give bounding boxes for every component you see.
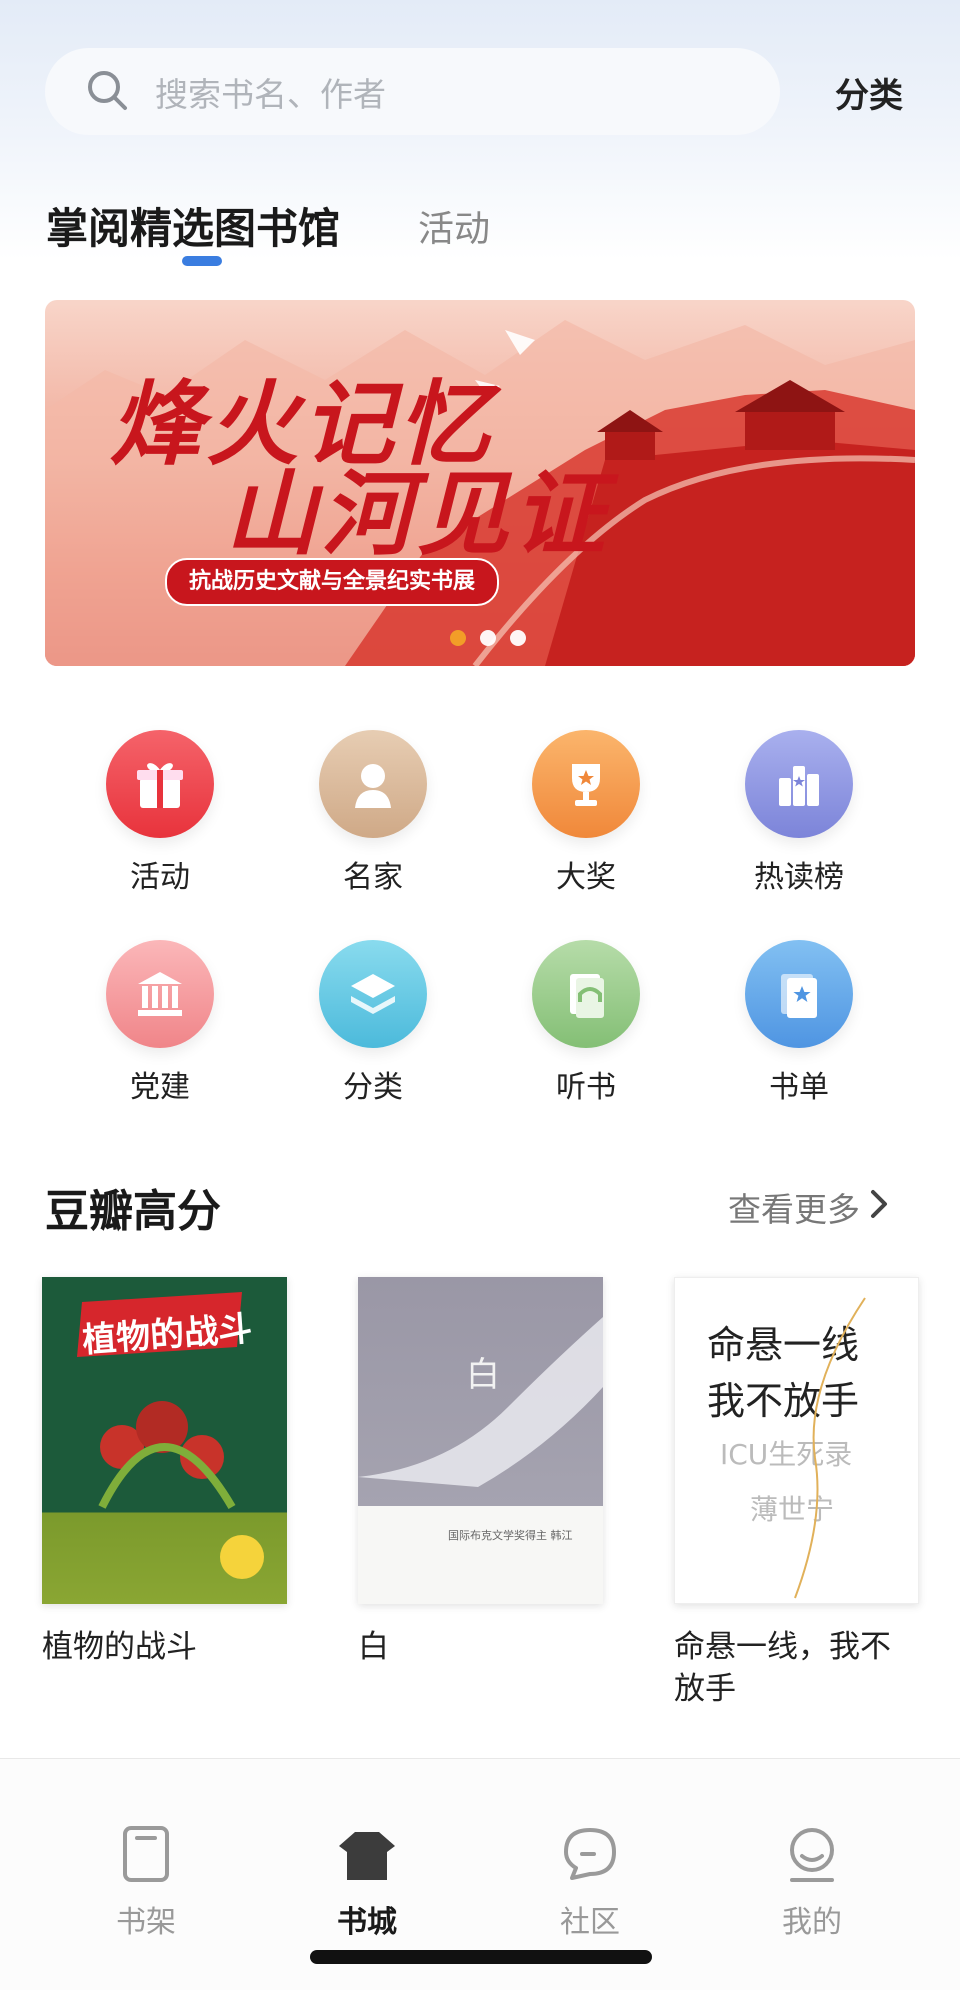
chat-bubble-icon: [520, 1819, 660, 1889]
shortcut-awards[interactable]: 大奖: [486, 730, 686, 896]
headphones-book-icon: [532, 940, 640, 1048]
category-link[interactable]: 分类: [835, 68, 903, 117]
book-card[interactable]: 植物的战斗 植物的战斗: [42, 1277, 287, 1668]
search-input[interactable]: 搜索书名、作者: [45, 48, 780, 135]
banner-title-line2: 山河见证: [225, 460, 610, 568]
search-placeholder: 搜索书名、作者: [155, 74, 386, 114]
shortcut-label: 热读榜: [754, 860, 844, 895]
chevron-right-icon: [870, 1188, 888, 1227]
pagination-dot[interactable]: [510, 630, 526, 646]
bookshelf-icon: [76, 1819, 216, 1889]
shortcut-label: 名家: [343, 860, 403, 895]
building-icon: [106, 940, 214, 1048]
book-cover: 命悬一线 我不放手 ICU生死录 薄世宁: [674, 1277, 919, 1604]
book-cover: 白 国际布克文学奖得主 韩江: [358, 1277, 603, 1604]
shortcut-label: 大奖: [556, 860, 616, 895]
booklist-icon: [745, 940, 853, 1048]
shortcut-hot-ranking[interactable]: 热读榜: [699, 730, 899, 896]
nav-community[interactable]: 社区: [520, 1819, 660, 1941]
see-more-label: 查看更多: [728, 1190, 860, 1229]
tab-active-indicator: [182, 256, 222, 266]
shortcut-label: 书单: [769, 1070, 829, 1105]
shortcut-booklist[interactable]: 书单: [699, 940, 899, 1106]
ranking-icon: [745, 730, 853, 838]
profile-icon: [742, 1819, 882, 1889]
trophy-icon: [532, 730, 640, 838]
shortcut-label: 党建: [130, 1070, 190, 1105]
section-title: 豆瓣高分: [45, 1186, 221, 1237]
nav-bookstore[interactable]: 书城: [297, 1819, 437, 1941]
shortcut-label: 分类: [343, 1070, 403, 1105]
book-title: 白: [358, 1629, 389, 1665]
nav-label: 社区: [560, 1905, 620, 1940]
shortcut-audiobook[interactable]: 听书: [486, 940, 686, 1106]
banner-pagination: [450, 630, 526, 646]
cover-decoration: [794, 1297, 866, 1599]
person-icon: [319, 730, 427, 838]
shortcut-label: 活动: [130, 860, 190, 895]
book-card[interactable]: 命悬一线 我不放手 ICU生死录 薄世宁 命悬一线，我不放手: [674, 1277, 919, 1710]
nav-bookshelf[interactable]: 书架: [76, 1819, 216, 1941]
book-cover-title: 白: [466, 1355, 500, 1395]
nav-label: 书架: [116, 1905, 176, 1940]
book-title: 命悬一线，我不放手: [674, 1629, 891, 1707]
nav-label: 书城: [337, 1905, 397, 1940]
pagination-dot[interactable]: [480, 630, 496, 646]
tab-activity[interactable]: 活动: [418, 200, 490, 252]
nav-label: 我的: [782, 1905, 842, 1940]
shortcut-party-building[interactable]: 党建: [60, 940, 260, 1106]
book-cover-caption: 国际布克文学奖得主 韩江: [448, 1529, 573, 1542]
tab-library[interactable]: 掌阅精选图书馆: [46, 195, 340, 256]
shortcut-label: 听书: [556, 1070, 616, 1105]
shortcut-activity[interactable]: 活动: [60, 730, 260, 896]
shortcut-famous-authors[interactable]: 名家: [273, 730, 473, 896]
banner-subtitle: 抗战历史文献与全景纪实书展: [165, 558, 500, 606]
layers-icon: [319, 940, 427, 1048]
book-card[interactable]: 白 国际布克文学奖得主 韩江 白: [358, 1277, 603, 1668]
promo-banner[interactable]: 烽火记忆 山河见证 抗战历史文献与全景纪实书展: [45, 300, 915, 666]
home-indicator[interactable]: [310, 1950, 652, 1964]
book-title: 植物的战斗: [42, 1629, 197, 1665]
book-cover: 植物的战斗: [42, 1277, 287, 1604]
see-more-link[interactable]: 查看更多: [728, 1183, 888, 1231]
pagination-dot-active[interactable]: [450, 630, 466, 646]
shortcut-category[interactable]: 分类: [273, 940, 473, 1106]
bookstore-icon: [297, 1819, 437, 1889]
nav-profile[interactable]: 我的: [742, 1819, 882, 1941]
gift-icon: [106, 730, 214, 838]
search-icon: [85, 68, 129, 116]
